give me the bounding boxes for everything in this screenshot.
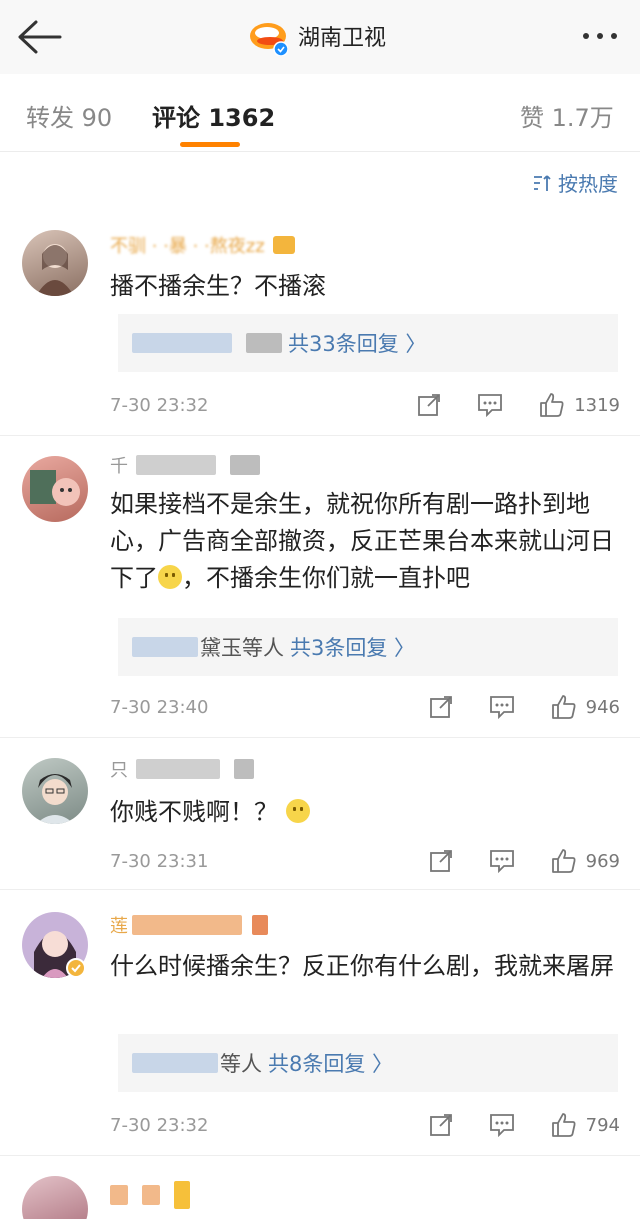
avatar[interactable] [22, 758, 88, 824]
sort-button[interactable]: 按热度 [532, 168, 618, 197]
comment-item: 千 如果接档不是余生，就祝你所有剧一路扑到地心，广告商全部撤资，反正芒果台本来就… [0, 436, 640, 738]
reply-box[interactable]: 黛玉等人 共3条回复 〉 [118, 618, 618, 676]
tab-repost[interactable]: 转发 90 [26, 98, 112, 133]
comment-username[interactable] [110, 1181, 190, 1209]
reply-users: 等人 [220, 1052, 262, 1076]
smile-emoji-icon [158, 565, 182, 589]
comment-actions: 946 [394, 692, 620, 722]
blurred-username [110, 1185, 128, 1205]
blurred-username [252, 915, 268, 935]
like-count: 946 [585, 696, 620, 718]
blurred-usernames [132, 333, 232, 353]
reply-box[interactable]: 等人 共8条回复 〉 [118, 1034, 618, 1092]
comment-item: 不驯 · ·暴 · ·熬夜zz 播不播余生？不播滚 共33条回复 〉 7-30 … [0, 212, 640, 436]
blurred-username [132, 915, 242, 935]
comment-meta: 7-30 23:31 969 [110, 846, 620, 876]
comment-text: 如果接档不是余生，就祝你所有剧一路扑到地心，广告商全部撤资，反正芒果台本来就山河… [110, 490, 614, 592]
comment-actions: 969 [394, 846, 620, 876]
thumbs-up-icon [551, 849, 576, 873]
blurred-username [136, 759, 220, 779]
comment-meta: 7-30 23:32 794 [110, 1110, 620, 1140]
avatar[interactable] [22, 456, 88, 522]
comment-username[interactable]: 千 [110, 452, 260, 478]
share-icon[interactable] [428, 848, 454, 874]
back-arrow-icon[interactable] [14, 16, 64, 58]
comment-bubble-icon[interactable] [476, 392, 504, 418]
comment-bubble-icon[interactable] [488, 848, 516, 874]
blurred-username [234, 759, 254, 779]
blurred-username [230, 455, 260, 475]
comment-bubble-icon[interactable] [488, 1112, 516, 1138]
blurred-username [136, 455, 216, 475]
hunan-tv-logo-icon [248, 16, 289, 57]
blurred-usernames [132, 637, 198, 657]
active-tab-indicator [180, 142, 240, 147]
smile-emoji-icon [285, 799, 310, 823]
comment-meta: 7-30 23:40 946 [110, 692, 620, 722]
like-count: 1319 [574, 394, 620, 416]
reply-count-link[interactable]: 共3条回复 〉 [290, 632, 415, 662]
reply-box[interactable]: 共33条回复 〉 [118, 314, 618, 372]
reply-count-link[interactable]: 共33条回复 〉 [288, 328, 426, 358]
comment-text: 播不播余生？不播滚 [110, 272, 326, 300]
blurred-username [174, 1181, 190, 1209]
tab-bar: 转发 90 评论 1362 赞 1.7万 [0, 74, 640, 152]
blurred-username [142, 1185, 160, 1205]
comment-actions: 1319 [382, 390, 620, 420]
like-button[interactable]: 969 [550, 847, 620, 875]
page-title: 湖南卫视 [298, 26, 387, 51]
comment-meta: 7-30 23:32 1319 [110, 390, 620, 420]
comment-text: 你贱不贱啊！？ [110, 794, 620, 831]
comment-username[interactable]: 只 [110, 756, 254, 782]
account-header[interactable]: 湖南卫视 [248, 14, 386, 58]
avatar[interactable] [22, 1176, 88, 1219]
top-bar: 湖南卫视 [0, 0, 640, 74]
comment-item: 莲 什么时候播余生？反正你有什么剧，我就来屠屏 等人 共8条回复 〉 7-30 … [0, 890, 640, 1156]
comment-time: 7-30 23:40 [110, 696, 209, 718]
comment-username[interactable]: 莲 [110, 912, 268, 938]
vip-crown-icon [272, 236, 295, 254]
avatar[interactable] [22, 912, 88, 978]
like-button[interactable]: 794 [550, 1111, 620, 1139]
comment-item [0, 1156, 640, 1219]
comment-bubble-icon[interactable] [488, 694, 516, 720]
comment-actions: 794 [394, 1110, 620, 1140]
share-icon[interactable] [428, 1112, 454, 1138]
avatar[interactable] [22, 230, 88, 296]
thumbs-up-icon [551, 1113, 576, 1137]
thumbs-up-icon [540, 393, 564, 417]
sort-icon [534, 174, 551, 191]
comment-time: 7-30 23:32 [110, 394, 209, 416]
like-button[interactable]: 946 [550, 693, 620, 721]
comment-username[interactable]: 不驯 · ·暴 · ·熬夜zz [110, 232, 295, 258]
like-count: 969 [585, 850, 620, 872]
comment-time: 7-30 23:32 [110, 1114, 209, 1136]
share-icon[interactable] [428, 694, 454, 720]
comment-time: 7-30 23:31 [110, 850, 209, 872]
reply-users: 黛玉等人 [200, 636, 284, 660]
reply-count-link[interactable]: 共8条回复 〉 [268, 1048, 393, 1078]
thumbs-up-icon [551, 695, 576, 719]
comment-text: 什么时候播余生？反正你有什么剧，我就来屠屏 [110, 952, 614, 980]
like-count: 794 [585, 1114, 620, 1136]
sort-label: 按热度 [558, 172, 618, 196]
blurred-usernames [132, 1053, 218, 1073]
blurred-usernames [246, 333, 282, 353]
share-icon[interactable] [416, 392, 442, 418]
like-button[interactable]: 1319 [538, 391, 620, 419]
comment-item: 只 你贱不贱啊！？ 7-30 23:31 969 [0, 738, 640, 890]
tab-comments[interactable]: 评论 1362 [152, 98, 275, 133]
tab-likes[interactable]: 赞 1.7万 [520, 98, 614, 133]
more-dots-icon[interactable] [576, 18, 624, 54]
